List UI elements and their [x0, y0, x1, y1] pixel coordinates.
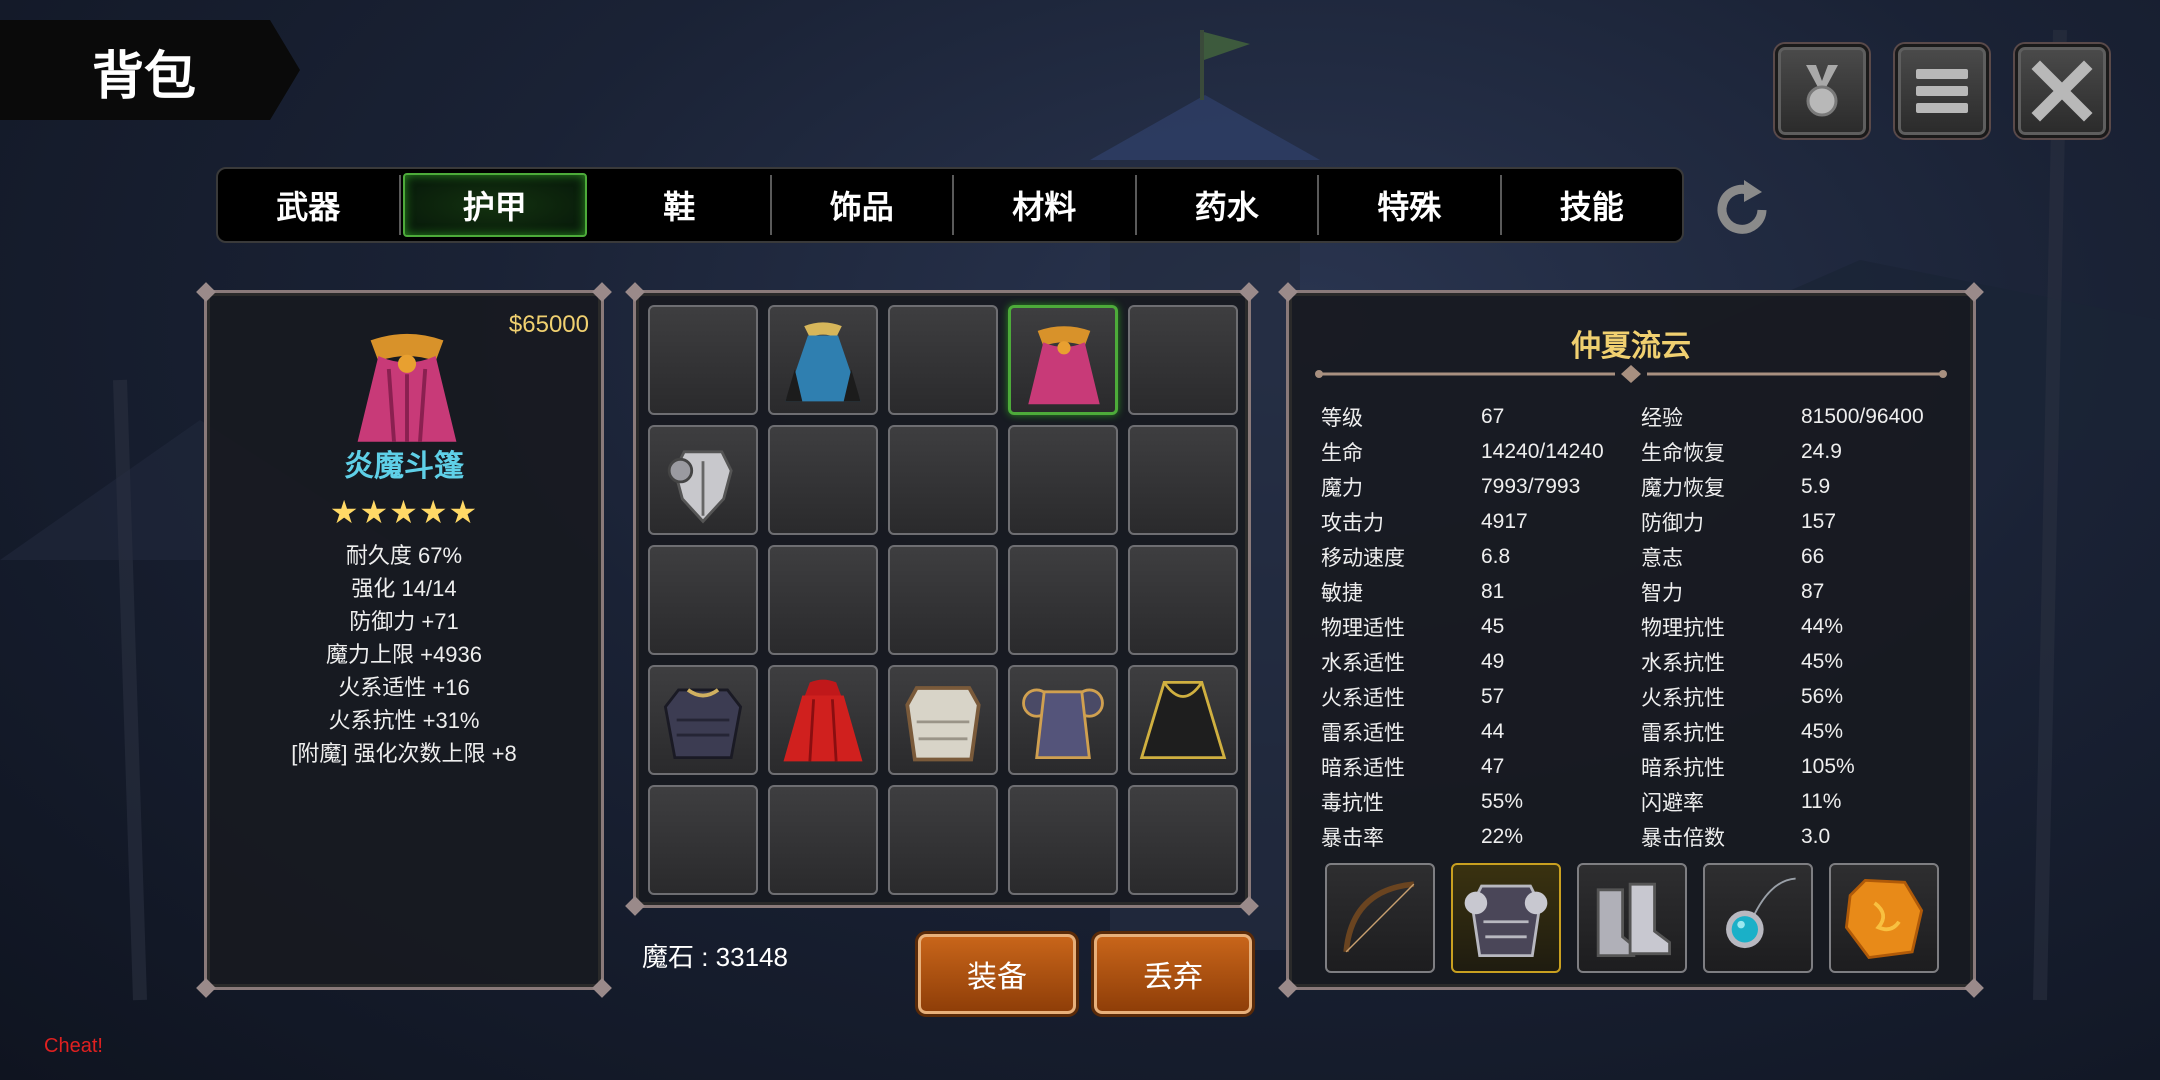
inventory-slot[interactable] — [648, 305, 758, 415]
boots-icon — [1596, 882, 1672, 958]
item-stat-line: 火系适性 +16 — [338, 675, 470, 700]
equip-button[interactable]: 装备 — [918, 934, 1076, 1014]
ornament-divider — [1315, 365, 1947, 383]
inventory-slot[interactable] — [1128, 665, 1238, 775]
inventory-slot[interactable] — [768, 305, 878, 415]
stat-row: 暗系适性 47 暗系抗性 105% — [1321, 754, 1855, 780]
inventory-slot[interactable] — [648, 425, 758, 535]
close-icon — [2031, 60, 2093, 122]
red-cape-icon — [783, 679, 863, 762]
tab-accessories[interactable]: 饰品 — [772, 175, 954, 235]
inventory-slot[interactable] — [1128, 305, 1238, 415]
tab-skills[interactable]: 技能 — [1502, 175, 1683, 235]
item-stats: 耐久度 67% 强化 14/14 防御力 +71 魔力上限 +4936 火系适性… — [207, 539, 601, 770]
equip-slot-armor[interactable] — [1451, 863, 1561, 973]
inventory-slot[interactable] — [1008, 785, 1118, 895]
item-stat-line: 魔力上限 +4936 — [326, 642, 482, 667]
category-tabs: 武器 护甲 鞋 饰品 材料 药水 特殊 技能 — [216, 167, 1684, 243]
inventory-slot[interactable] — [1128, 545, 1238, 655]
inventory-slot[interactable] — [1008, 545, 1118, 655]
stat-row: 雷系适性 44 雷系抗性 45% — [1321, 719, 1844, 745]
item-stat-line: 防御力 +71 — [349, 609, 459, 634]
cheat-label[interactable]: Cheat! — [44, 1035, 103, 1058]
inventory-slot[interactable] — [1128, 425, 1238, 535]
item-stat-line: 强化 14/14 — [351, 576, 457, 601]
amber-gem-icon — [1844, 878, 1924, 959]
inventory-slot[interactable] — [648, 545, 758, 655]
inventory-slot[interactable] — [888, 785, 998, 895]
inventory-slot[interactable] — [1008, 665, 1118, 775]
stat-row: 水系适性 49 水系抗性 45% — [1321, 649, 1844, 675]
stat-row: 移动速度 6.8 意志 66 — [1321, 544, 1825, 570]
tab-armor[interactable]: 护甲 — [402, 173, 587, 237]
tab-special[interactable]: 特殊 — [1319, 175, 1502, 235]
item-price: $65000 — [508, 311, 589, 338]
inventory-slot-selected[interactable] — [1008, 305, 1118, 415]
page-title: 背包 — [92, 48, 197, 106]
item-stat-line: [附魔] 强化次数上限 +8 — [291, 741, 517, 766]
item-star-rating: ★★★★★ — [329, 494, 479, 530]
inventory-slot[interactable] — [888, 665, 998, 775]
stat-row: 火系适性 57 火系抗性 56% — [1321, 684, 1844, 710]
item-stat-line: 耐久度 67% — [345, 543, 463, 568]
armor-icon — [1464, 884, 1548, 958]
inventory-grid — [648, 305, 1238, 895]
menu-button[interactable] — [1895, 44, 1989, 138]
equip-slot-weapon[interactable] — [1325, 863, 1435, 973]
stat-row: 魔力 7993/7993 魔力恢复 5.9 — [1321, 474, 1831, 500]
tab-shoes[interactable]: 鞋 — [589, 175, 772, 235]
tab-weapons[interactable]: 武器 — [218, 175, 401, 235]
title-bar: 背包 — [0, 20, 300, 120]
inventory-panel — [625, 282, 1259, 916]
tab-materials[interactable]: 材料 — [954, 175, 1137, 235]
equip-slot-amulet[interactable] — [1703, 863, 1813, 973]
silver-cuirass-icon — [905, 686, 981, 762]
dark-plate-armor-icon — [663, 688, 743, 760]
stat-row: 暴击率 22% 暴击倍数 3.0 — [1321, 824, 1831, 850]
tab-potions[interactable]: 药水 — [1137, 175, 1319, 235]
shadow-armor-icon — [1022, 688, 1104, 760]
item-stat-line: 火系抗性 +31% — [328, 708, 480, 733]
amulet-icon — [1726, 877, 1796, 949]
inventory-slot[interactable] — [768, 545, 878, 655]
character-name: 仲夏流云 — [1571, 330, 1691, 363]
demon-cloak-icon — [357, 333, 457, 442]
inventory-slot[interactable] — [648, 665, 758, 775]
menu-icon — [1916, 69, 1968, 113]
stat-row: 毒抗性 55% 闪避率 11% — [1321, 789, 1842, 815]
inventory-slot[interactable] — [1128, 785, 1238, 895]
close-button[interactable] — [2015, 44, 2109, 138]
bow-icon — [1343, 881, 1415, 953]
magic-stone-count: 魔石 : 33148 — [642, 942, 788, 972]
refresh-icon[interactable] — [1708, 176, 1776, 244]
steel-chestplate-icon — [667, 450, 733, 524]
stat-row: 攻击力 4917 防御力 157 — [1321, 509, 1837, 535]
equip-slot-boots[interactable] — [1577, 863, 1687, 973]
black-coat-icon — [1139, 680, 1227, 760]
equipped-items — [1325, 863, 1939, 973]
achievement-button[interactable] — [1775, 44, 1869, 138]
stat-row: 生命 14240/14240 生命恢复 24.9 — [1321, 439, 1842, 465]
character-stats: 等级 67 经验 81500/96400 生命 14240/14240 生命恢复 24.9 … — [1321, 399, 1951, 854]
inventory-slot[interactable] — [648, 785, 758, 895]
item-name: 炎魔斗篷 — [344, 450, 464, 483]
inventory-slot[interactable] — [888, 425, 998, 535]
stat-row: 敏捷 81 智力 87 — [1321, 579, 1825, 605]
item-detail-panel: $65000 炎魔斗篷 ★★★★★ 耐久度 67% 强化 14/14 防御力 +… — [196, 282, 612, 998]
equip-slot-gem[interactable] — [1829, 863, 1939, 973]
medal-icon — [1806, 65, 1838, 117]
demon-cloak-icon — [1028, 326, 1100, 405]
inventory-slot[interactable] — [768, 665, 878, 775]
inventory-slot[interactable] — [1008, 425, 1118, 535]
inventory-slot[interactable] — [888, 545, 998, 655]
character-panel: 仲夏流云 等级 67 经验 81500/96400 生命 14240/14240 生命恢复… — [1278, 282, 1984, 998]
inventory-slot[interactable] — [768, 425, 878, 535]
blue-robe-icon — [785, 322, 861, 402]
stat-row: 等级 67 经验 81500/96400 — [1321, 404, 1924, 430]
inventory-slot[interactable] — [888, 305, 998, 415]
stat-row: 物理适性 45 物理抗性 44% — [1321, 614, 1844, 640]
discard-button[interactable]: 丢弃 — [1094, 934, 1252, 1014]
inventory-slot[interactable] — [768, 785, 878, 895]
